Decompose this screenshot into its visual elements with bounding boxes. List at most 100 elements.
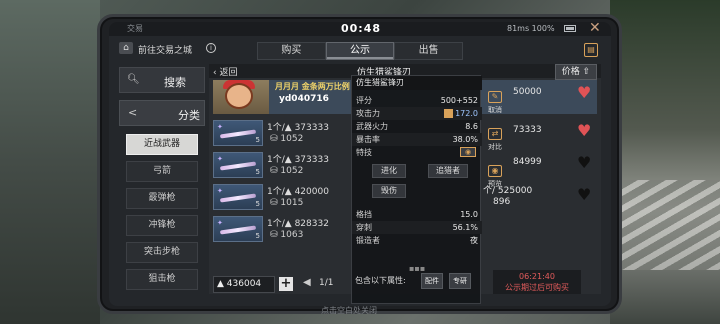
compare-label: 对比 <box>488 143 502 151</box>
trade-device: 交易 00:48 81ms 100% ✕ ⌂ 前往交易之城 i 购买 公示 出售… <box>97 14 622 315</box>
category-list: 近战武器 弓箭 霰弹枪 冲锋枪 突击步枪 狙击枪 <box>126 134 198 296</box>
sub-text: 1063 <box>280 230 304 240</box>
countdown-timer: 00:48 <box>341 22 382 35</box>
detail-title: 仿生猎鲨锋刃 <box>352 76 482 90</box>
notice-text: 公示期过后可购买 <box>505 283 569 292</box>
stat-key: 评分 <box>356 96 372 105</box>
background-left <box>0 0 100 324</box>
right-price: 73333 <box>513 125 542 135</box>
cheap-icon: ⛁ <box>270 134 278 144</box>
knife-image <box>219 193 257 203</box>
favorite-heart-icon[interactable]: ♥ <box>577 155 591 171</box>
listing-sub: ⛁ 1063 <box>270 230 303 240</box>
balance-text: 436004 <box>226 279 262 289</box>
balance-display: ▲ 436004 <box>213 276 275 293</box>
price-text: 828332 <box>294 219 329 229</box>
preview-button[interactable]: ◉ 预览 <box>483 165 507 198</box>
level-badge: 5 <box>255 136 260 144</box>
level-badge: 5 <box>255 232 260 240</box>
tab-notice[interactable]: 公示 <box>325 42 395 60</box>
star-icon: ✦ <box>217 155 223 163</box>
qty-text: 1个/ <box>267 123 285 133</box>
stat-key: 特技 <box>356 148 372 157</box>
preview-icon: ◉ <box>488 165 502 177</box>
favorite-heart-icon[interactable]: ♥ <box>577 187 591 203</box>
qty-text: 1个/ <box>267 187 285 197</box>
category-label: 分类 <box>178 109 200 122</box>
favorite-heart-icon[interactable]: ♥ <box>577 123 591 139</box>
cheap-icon: ⛁ <box>270 230 278 240</box>
attr-specialty-button[interactable]: 专研 <box>449 273 471 289</box>
category-item-smg[interactable]: 冲锋枪 <box>126 215 198 236</box>
background-stripes <box>610 180 720 270</box>
back-label: 返回 <box>219 68 238 78</box>
tab-buy[interactable]: 购买 <box>257 42 326 60</box>
stat-key: 暴击率 <box>356 135 380 144</box>
skill-chip-damage[interactable]: 毁伤 <box>372 184 406 198</box>
stat-pierce: 穿刺 56.1% <box>352 221 482 234</box>
cancel-label: 取消 <box>488 106 502 114</box>
clipboard-icon[interactable]: ▤ <box>584 43 598 57</box>
category-item-sniper[interactable]: 狙击枪 <box>126 269 198 290</box>
back-button[interactable]: ‹ 返回 <box>213 65 237 78</box>
prev-page-icon[interactable]: ◀ <box>303 277 311 288</box>
category-item-shotgun[interactable]: 霰弹枪 <box>126 188 198 209</box>
compare-button[interactable]: ⇄ 对比 <box>483 128 507 161</box>
coin-icon: ▲ <box>284 219 292 229</box>
stat-value: 38.0% <box>452 135 478 144</box>
stat-value: 500+552 <box>440 96 478 105</box>
cancel-button[interactable]: ✎ 取消 <box>483 91 507 124</box>
weapon-thumbnail: ✦ 5 <box>213 216 263 242</box>
category-button[interactable]: < 分类 <box>119 100 205 126</box>
sub-text: 1052 <box>280 166 304 176</box>
category-item-bow[interactable]: 弓箭 <box>126 161 198 182</box>
info-icon[interactable]: i <box>206 43 216 53</box>
stat-attack: 攻击力 172.0 <box>352 107 482 120</box>
listing-qty: 1个/▲ 828332 <box>267 216 329 229</box>
favorite-heart-icon[interactable]: ♥ <box>577 85 591 101</box>
close-icon[interactable]: ✕ <box>589 22 601 36</box>
cheap-icon: ⛁ <box>270 166 278 176</box>
stat-value: 夜 <box>470 236 478 245</box>
stat-score: 评分 500+552 <box>352 94 482 107</box>
listing-sub: ⛁ 1052 <box>270 166 303 176</box>
qty-text: 1个/ <box>267 219 285 229</box>
category-item-melee[interactable]: 近战武器 <box>126 134 198 155</box>
level-badge: 5 <box>255 200 260 208</box>
qty-text: 1个/ <box>267 155 285 165</box>
tab-sell[interactable]: 出售 <box>394 42 464 60</box>
skill-chip-hunter[interactable]: 追猎者 <box>428 164 468 178</box>
stat-skill: 特技 ◉ <box>352 146 482 159</box>
price-text: 420000 <box>294 187 329 197</box>
listing-qty: 1个/▲ 420000 <box>267 184 329 197</box>
coin-icon: ▲ <box>284 155 292 165</box>
category-item-rifle[interactable]: 突击步枪 <box>126 242 198 263</box>
cheap-icon: ⛁ <box>270 198 278 208</box>
listing-qty: 1个/▲ 373333 <box>267 152 329 165</box>
search-icon: 🔍︎ <box>127 74 140 85</box>
stat-firepower: 武器火力 8.6 <box>352 120 482 133</box>
map-icon: ⌂ <box>119 42 133 54</box>
attr-accessory-button[interactable]: 配件 <box>421 273 443 289</box>
star-icon: ✦ <box>217 187 223 195</box>
price-sort-button[interactable]: 价格 ⇧ <box>555 64 597 80</box>
sub-text: 1015 <box>280 198 304 208</box>
compare-icon: ⇄ <box>488 128 502 140</box>
star-icon: ✦ <box>217 219 223 227</box>
skill-chip-evolve[interactable]: 进化 <box>372 164 406 178</box>
add-currency-button[interactable]: + <box>279 277 293 291</box>
search-button[interactable]: 🔍︎ 搜索 <box>119 67 205 93</box>
eye-icon[interactable]: ◉ <box>460 147 476 157</box>
star-icon: ✦ <box>217 123 223 131</box>
stat-key: 格挡 <box>356 210 372 219</box>
background-right <box>610 0 720 324</box>
stat-key: 武器火力 <box>356 122 388 131</box>
stat-forger: 锻造者 夜 <box>352 234 482 247</box>
knife-image <box>219 129 257 139</box>
status-title: 交易 <box>127 24 143 33</box>
attribute-label: 包含以下属性: <box>355 276 406 285</box>
coin-icon: ▲ <box>284 123 292 133</box>
coin-icon: ▲ <box>217 279 224 289</box>
page-indicator: 1/1 <box>319 278 334 288</box>
banner-id: yd040716 <box>279 94 329 104</box>
